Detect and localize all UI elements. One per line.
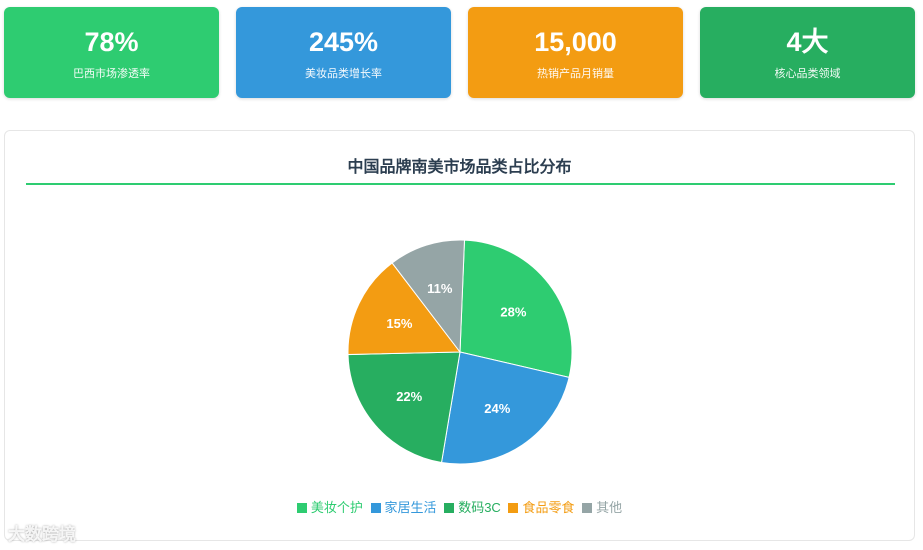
legend-swatch xyxy=(508,503,519,513)
watermark-logo: 大数跨境 xyxy=(8,525,76,544)
stat-value: 15,000 xyxy=(534,27,617,57)
legend-swatch xyxy=(582,503,593,513)
stat-card-penetration: 78% 巴西市场渗透率 xyxy=(4,7,219,98)
pie-slice-label: 24% xyxy=(484,401,510,416)
legend-label: 食品零食 xyxy=(522,500,575,515)
legend-item-other[interactable]: 其他 xyxy=(582,500,622,516)
pie-slice[interactable] xyxy=(347,351,461,464)
stat-card-growth: 245% 美妆品类增长率 xyxy=(236,7,451,98)
stat-value: 245% xyxy=(308,27,379,57)
pie-slice-label: 22% xyxy=(396,389,422,404)
legend-swatch xyxy=(370,503,381,513)
legend-item-home[interactable]: 家居生活 xyxy=(370,500,437,516)
legend-label: 美妆个护 xyxy=(310,500,363,515)
stat-label: 核心品类领域 xyxy=(774,68,841,80)
pie-slice-label: 15% xyxy=(386,316,412,331)
chart-panel: 中国品牌南美市场品类占比分布 28% 24% 22% 15% 11% 美妆个护 家居生活… xyxy=(4,130,915,541)
legend-label: 家居生活 xyxy=(384,500,437,515)
legend-swatch xyxy=(296,503,307,513)
stat-label: 热销产品月销量 xyxy=(537,68,614,80)
stat-value: 4大 xyxy=(786,27,829,57)
pie-slice-label: 11% xyxy=(427,281,453,296)
legend-label: 其他 xyxy=(596,500,623,515)
pie-chart: 28% 24% 22% 15% 11% xyxy=(347,239,573,465)
pie-slice-label: 28% xyxy=(500,304,526,319)
stat-label: 美妆品类增长率 xyxy=(305,68,382,80)
stat-label: 巴西市场渗透率 xyxy=(73,68,150,80)
legend-item-food[interactable]: 食品零食 xyxy=(508,500,574,516)
legend-swatch xyxy=(444,503,455,513)
stat-cards: 78% 巴西市场渗透率 245% 美妆品类增长率 15,000 热销产品月销量 … xyxy=(4,7,916,98)
legend-item-beauty[interactable]: 美妆个护 xyxy=(296,500,363,516)
chart-legend: 美妆个护 家居生活 数码3C 食品零食 其他 xyxy=(5,500,914,516)
stat-card-core-categories: 4大 核心品类领域 xyxy=(700,7,915,98)
legend-item-digital[interactable]: 数码3C xyxy=(444,500,501,516)
stat-card-monthly-sales: 15,000 热销产品月销量 xyxy=(468,7,683,98)
stat-value: 78% xyxy=(84,27,139,57)
legend-label: 数码3C xyxy=(458,500,501,515)
